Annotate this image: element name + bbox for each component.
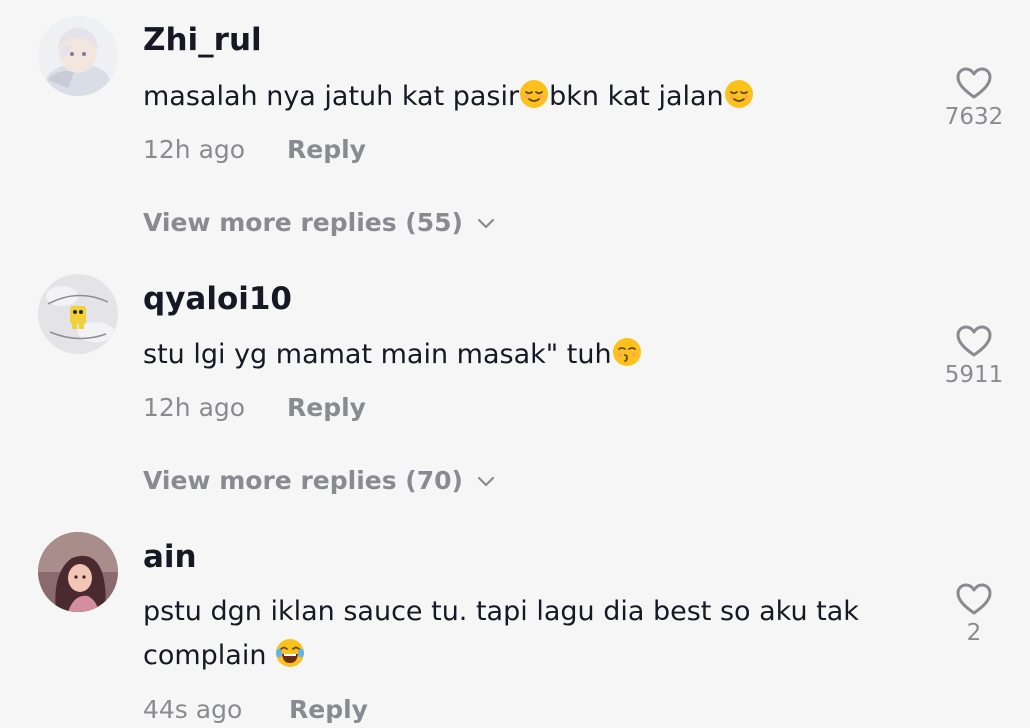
comment-meta: 12h ago Reply <box>143 392 366 424</box>
heart-outline-icon <box>956 583 992 615</box>
comment-username[interactable]: qyaloi10 <box>143 279 292 319</box>
chevron-down-icon <box>477 463 495 495</box>
like-button[interactable]: 7632 <box>944 66 1004 132</box>
view-more-replies-label: View more replies (70) <box>143 466 463 495</box>
relieved-face-emoji <box>724 80 753 108</box>
kissing-face-emoji <box>612 338 641 366</box>
comment-meta: 44s ago Reply <box>143 694 368 726</box>
comment-item: Zhi_rul masalah nya jatuh kat pasir bkn k… <box>0 0 1030 260</box>
view-more-replies-button[interactable]: View more replies (70) <box>143 463 495 497</box>
comment-text-part: pstu dgn iklan sauce tu. tapi lagu dia b… <box>143 596 859 671</box>
comment-text: pstu dgn iklan sauce tu. tapi lagu dia b… <box>143 590 903 678</box>
tears-of-joy-emoji <box>276 639 305 667</box>
like-count: 5911 <box>944 362 1004 388</box>
comment-item: ain pstu dgn iklan sauce tu. tapi lagu d… <box>0 516 1030 728</box>
comment-text-part: masalah nya jatuh kat pasir <box>143 81 520 112</box>
avatar[interactable] <box>38 532 118 612</box>
chevron-down-icon <box>477 205 495 237</box>
heart-outline-icon <box>956 67 992 99</box>
comment-timestamp: 44s ago <box>143 695 243 724</box>
comment-meta: 12h ago Reply <box>143 134 366 166</box>
avatar[interactable] <box>38 16 118 96</box>
comment-text: stu lgi yg mamat main masak" tuh <box>143 333 903 377</box>
comment-timestamp: 12h ago <box>143 393 246 422</box>
comment-timestamp: 12h ago <box>143 135 246 164</box>
relieved-face-emoji <box>520 80 549 108</box>
view-more-replies-label: View more replies (55) <box>143 208 463 237</box>
heart-outline-icon <box>956 325 992 357</box>
view-more-replies-button[interactable]: View more replies (55) <box>143 205 495 239</box>
comment-item: qyaloi10 stu lgi yg mamat main masak" tu… <box>0 258 1030 518</box>
comment-username[interactable]: ain <box>143 537 197 577</box>
like-count: 7632 <box>944 104 1004 130</box>
like-button[interactable]: 5911 <box>944 324 1004 390</box>
like-count: 2 <box>966 620 982 646</box>
comment-username[interactable]: Zhi_rul <box>143 20 262 60</box>
like-button[interactable]: 2 <box>944 582 1004 648</box>
comment-text-part: stu lgi yg mamat main masak" tuh <box>143 339 612 370</box>
comment-text: masalah nya jatuh kat pasir bkn kat jalan <box>143 75 903 119</box>
reply-button[interactable]: Reply <box>287 134 366 166</box>
reply-button[interactable]: Reply <box>289 694 368 726</box>
avatar[interactable] <box>38 274 118 354</box>
reply-button[interactable]: Reply <box>287 392 366 424</box>
comment-text-part: bkn kat jalan <box>549 81 724 112</box>
